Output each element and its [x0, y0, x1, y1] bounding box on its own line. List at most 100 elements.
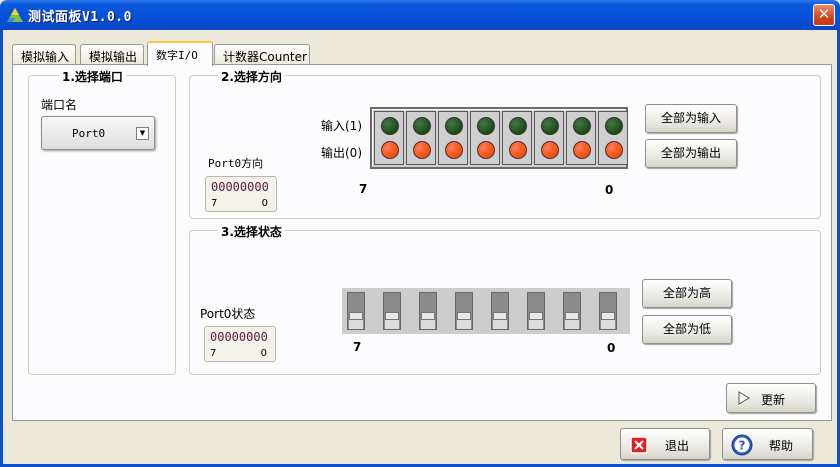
state-bit-lo: 0 [607, 341, 616, 355]
set-all-output-button[interactable]: 全部为输出 [645, 139, 737, 168]
direction-bit-3[interactable] [502, 111, 532, 165]
tab-counter[interactable]: 计数器Counter [214, 44, 310, 65]
exit-label: 退出 [665, 439, 690, 453]
digital-io-panel: 1.选择端口 端口名 Port0 ▼ 2.选择方向 Port0方向 000000… [12, 64, 832, 421]
state-readout-lo: 0 [260, 348, 267, 359]
tab-digital-io[interactable]: 数字I/O [147, 41, 213, 66]
direction-bit-7[interactable] [374, 111, 404, 165]
refresh-button[interactable]: 更新 [726, 383, 816, 413]
output-led [477, 141, 495, 159]
help-label: 帮助 [769, 439, 794, 453]
state-switch-bit-1[interactable] [563, 292, 581, 330]
switch-thumb [529, 312, 543, 320]
title-bar: 测试面板V1.0.0 ✕ [0, 0, 840, 30]
output-row-label: 输出(0) [321, 146, 362, 160]
output-led [381, 141, 399, 159]
switch-thumb [349, 312, 363, 320]
direction-readout-value: 00000000 [211, 180, 269, 194]
input-led [413, 117, 431, 135]
switch-low [529, 320, 543, 329]
exit-button[interactable]: 退出 [620, 428, 710, 460]
direction-group: 2.选择方向 Port0方向 00000000 7 0 输入(1) 输出(0) … [189, 68, 821, 219]
input-led [381, 117, 399, 135]
output-led [445, 141, 463, 159]
output-led [573, 141, 591, 159]
direction-port-label: Port0方向 [208, 157, 264, 170]
switch-thumb [601, 312, 615, 320]
port-select-value: Port0 [72, 127, 106, 140]
direction-bit-0[interactable] [598, 111, 628, 165]
help-icon: ? [731, 434, 753, 456]
state-switch-bit-3[interactable] [491, 292, 509, 330]
state-readout-value: 00000000 [210, 330, 268, 344]
switch-low [457, 320, 471, 329]
set-all-low-button[interactable]: 全部为低 [642, 315, 732, 344]
set-all-high-button[interactable]: 全部为高 [642, 279, 732, 308]
output-led [541, 141, 559, 159]
input-led [445, 117, 463, 135]
state-group: 3.选择状态 Port0状态 00000000 7 0 7 0 全部为高 全部为… [189, 223, 821, 375]
state-switch-bit-0[interactable] [599, 292, 617, 330]
port-group-title: 1.选择端口 [59, 68, 126, 85]
window-close-button[interactable]: ✕ [813, 4, 835, 26]
tab-analog-input[interactable]: 模拟输入 [12, 44, 76, 65]
help-button[interactable]: ? 帮助 [722, 428, 813, 460]
output-led [413, 141, 431, 159]
close-icon [630, 436, 648, 454]
state-group-title: 3.选择状态 [218, 223, 285, 240]
state-port-label: Port0状态 [200, 307, 256, 321]
direction-readout-lo: 0 [261, 198, 268, 209]
state-readout-hi: 7 [210, 348, 217, 359]
direction-bit-4[interactable] [470, 111, 500, 165]
refresh-label: 更新 [761, 393, 786, 407]
switch-low [565, 320, 579, 329]
state-switch-bit-4[interactable] [455, 292, 473, 330]
direction-bit-1[interactable] [566, 111, 596, 165]
state-switch-bit-5[interactable] [419, 292, 437, 330]
window-body: 模拟输入 模拟输出 数字I/O 计数器Counter 1.选择端口 端口名 Po… [0, 30, 840, 467]
input-led [509, 117, 527, 135]
state-switch-bit-2[interactable] [527, 292, 545, 330]
output-led [605, 141, 623, 159]
switch-low [601, 320, 615, 329]
app-logo-icon [7, 8, 23, 22]
input-led [477, 117, 495, 135]
direction-bit-hi: 7 [359, 182, 368, 196]
input-led [605, 117, 623, 135]
input-led [573, 117, 591, 135]
state-switch-bit-6[interactable] [383, 292, 401, 330]
direction-readout: 00000000 7 0 [205, 176, 277, 212]
port-select[interactable]: Port0 ▼ [41, 116, 155, 150]
window-title: 测试面板V1.0.0 [28, 10, 132, 25]
switch-low [493, 320, 507, 329]
direction-bit-6[interactable] [406, 111, 436, 165]
state-switch-bit-7[interactable] [347, 292, 365, 330]
output-led [509, 141, 527, 159]
tab-analog-output[interactable]: 模拟输出 [80, 44, 144, 65]
svg-text:?: ? [739, 439, 746, 453]
input-row-label: 输入(1) [321, 119, 362, 133]
switch-thumb [421, 312, 435, 320]
port-name-label: 端口名 [41, 98, 78, 112]
switch-thumb [565, 312, 579, 320]
direction-bit-5[interactable] [438, 111, 468, 165]
direction-bit-lo: 0 [605, 183, 614, 197]
state-readout: 00000000 7 0 [204, 326, 276, 362]
set-all-input-button[interactable]: 全部为输入 [645, 104, 737, 133]
switch-thumb [493, 312, 507, 320]
switch-low [349, 320, 363, 329]
direction-readout-hi: 7 [211, 198, 218, 209]
state-bit-hi: 7 [353, 340, 362, 354]
switch-thumb [457, 312, 471, 320]
state-switch-panel [342, 288, 630, 334]
switch-low [421, 320, 435, 329]
direction-bit-2[interactable] [534, 111, 564, 165]
input-led [541, 117, 559, 135]
switch-thumb [385, 312, 399, 320]
play-icon [738, 391, 750, 405]
direction-led-panel [370, 107, 628, 169]
chevron-down-icon[interactable]: ▼ [136, 127, 149, 140]
direction-group-title: 2.选择方向 [218, 68, 285, 85]
port-group: 1.选择端口 端口名 Port0 ▼ [28, 68, 176, 375]
switch-low [385, 320, 399, 329]
